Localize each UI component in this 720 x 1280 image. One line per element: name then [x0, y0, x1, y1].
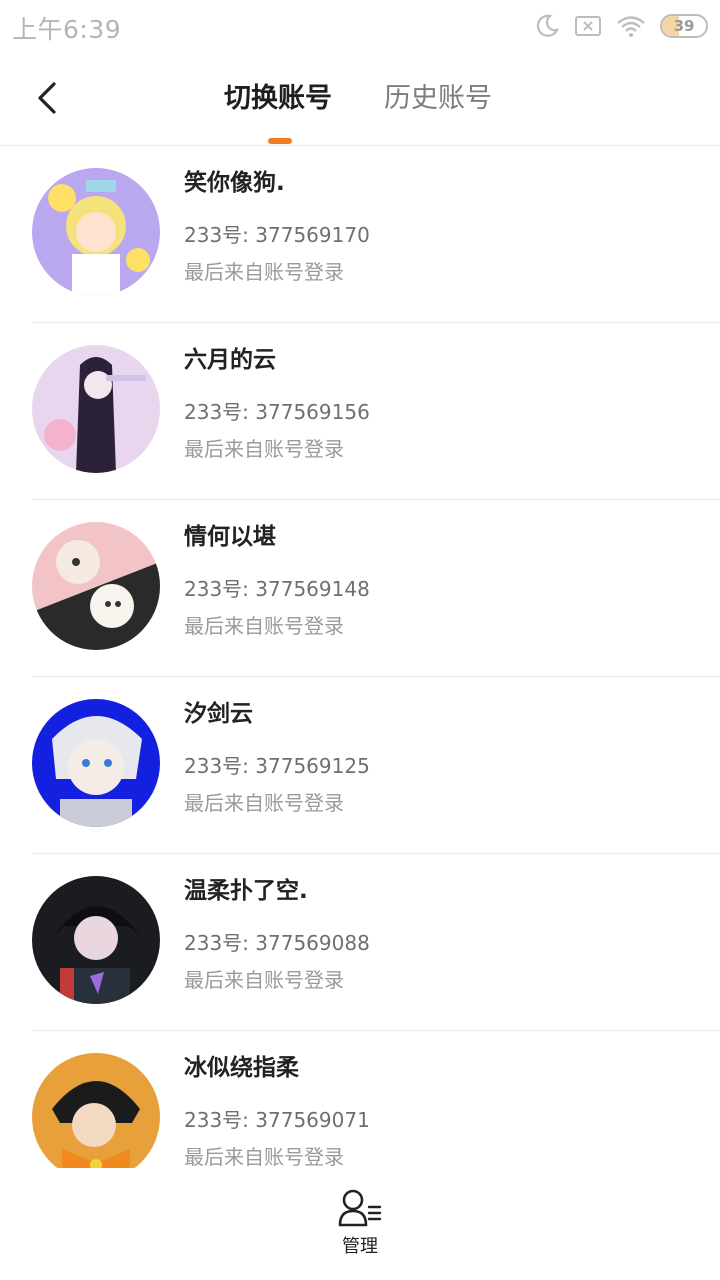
account-row[interactable]: 冰似绕指柔 233号: 377569071 最后来自账号登录 [0, 1031, 720, 1168]
avatar [32, 1053, 160, 1168]
account-name: 笑你像狗. [184, 170, 285, 196]
user-manage-icon [338, 1189, 382, 1227]
avatar [32, 699, 160, 827]
battery-icon: 39 [660, 14, 708, 38]
sim-missing-icon [574, 14, 602, 38]
avatar [32, 876, 160, 1004]
account-name: 温柔扑了空. [184, 878, 308, 904]
account-uid: 233号: 377569125 [184, 754, 370, 778]
account-login-source: 最后来自账号登录 [184, 968, 344, 992]
account-login-source: 最后来自账号登录 [184, 260, 344, 284]
tab-history-account[interactable]: 历史账号 [384, 80, 492, 118]
avatar [32, 522, 160, 650]
account-row[interactable]: 六月的云 233号: 377569156 最后来自账号登录 [0, 323, 720, 500]
header: 切换账号 历史账号 [0, 52, 720, 146]
tab-switch-account[interactable]: 切换账号 [224, 80, 332, 118]
bottom-bar: 管理 [0, 1168, 720, 1280]
account-row[interactable]: 情何以堪 233号: 377569148 最后来自账号登录 [0, 500, 720, 677]
account-uid: 233号: 377569170 [184, 223, 370, 247]
status-icons: 39 [534, 12, 708, 40]
chevron-left-icon [38, 82, 56, 114]
account-name: 冰似绕指柔 [184, 1055, 299, 1081]
status-bar: 上午6:39 39 [0, 0, 720, 52]
account-login-source: 最后来自账号登录 [184, 437, 344, 461]
manage-label: 管理 [342, 1236, 378, 1257]
battery-level: 39 [673, 17, 695, 35]
account-name: 六月的云 [184, 347, 276, 373]
account-name: 情何以堪 [184, 524, 276, 550]
account-row[interactable]: 笑你像狗. 233号: 377569170 最后来自账号登录 [0, 146, 720, 323]
account-login-source: 最后来自账号登录 [184, 614, 344, 638]
account-list: 笑你像狗. 233号: 377569170 最后来自账号登录 六月的云 233号… [0, 146, 720, 1168]
wifi-icon [616, 14, 646, 38]
account-row[interactable]: 温柔扑了空. 233号: 377569088 最后来自账号登录 [0, 854, 720, 1031]
account-login-source: 最后来自账号登录 [184, 1145, 344, 1168]
account-uid: 233号: 377569071 [184, 1108, 370, 1132]
moon-icon [534, 13, 560, 39]
avatar [32, 168, 160, 296]
account-row[interactable]: 汐剑云 233号: 377569125 最后来自账号登录 [0, 677, 720, 854]
status-time: 上午6:39 [12, 15, 122, 44]
account-uid: 233号: 377569156 [184, 400, 370, 424]
account-name: 汐剑云 [184, 701, 253, 727]
manage-button[interactable]: 管理 [322, 1188, 398, 1268]
tab-indicator [268, 138, 292, 144]
avatar [32, 345, 160, 473]
account-login-source: 最后来自账号登录 [184, 791, 344, 815]
back-button[interactable] [26, 76, 70, 120]
account-uid: 233号: 377569148 [184, 577, 370, 601]
account-uid: 233号: 377569088 [184, 931, 370, 955]
